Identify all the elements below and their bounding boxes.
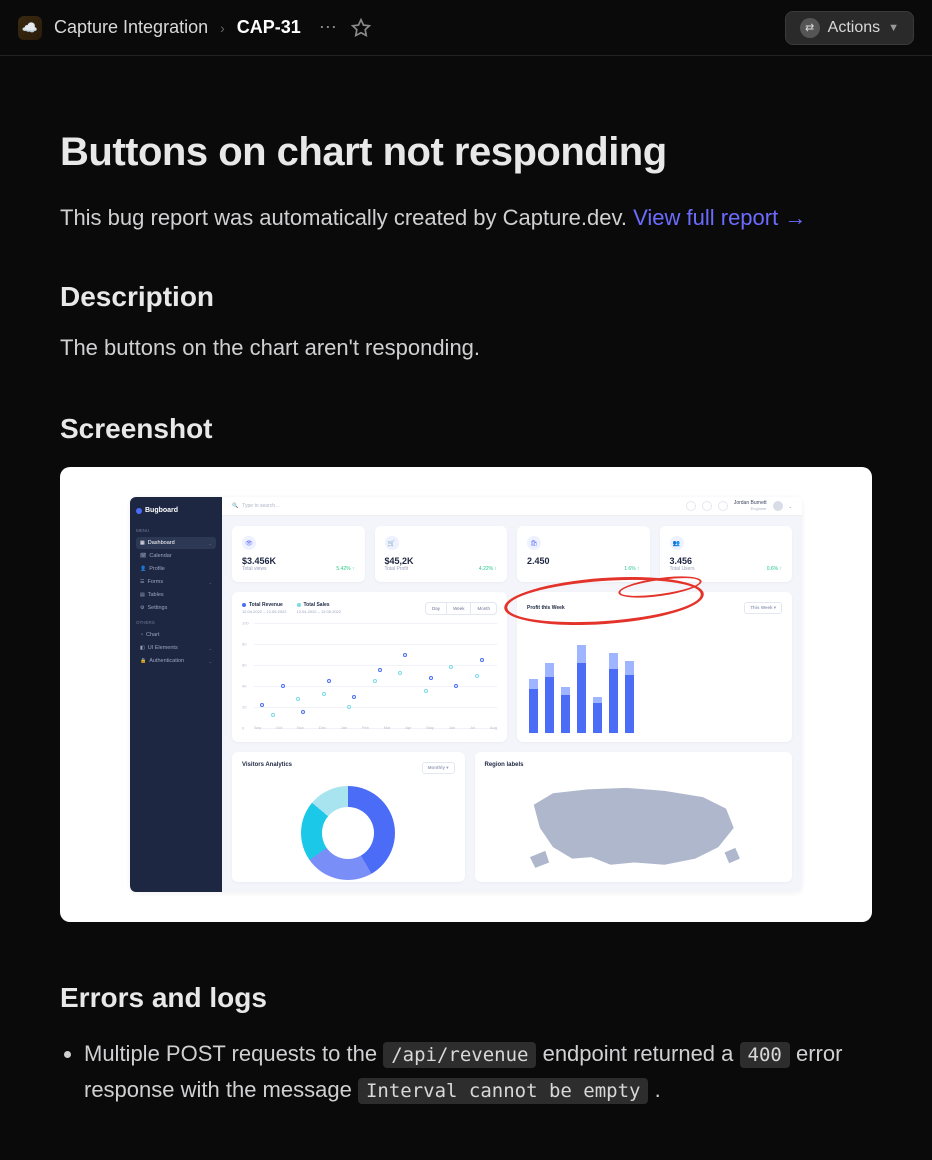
- mock-nav-chart: ◔Chart: [136, 629, 216, 641]
- mock-nav-profile: 👤Profile: [136, 563, 216, 575]
- cart-icon: 🛒: [385, 536, 399, 550]
- actions-icon: ⇄: [800, 18, 820, 38]
- breadcrumb: ☁️ Capture Integration › CAP-31 ⋯: [18, 16, 371, 40]
- map-icon: [485, 774, 783, 874]
- mock-others-heading: OTHERS: [136, 620, 216, 625]
- eye-icon: 👁: [242, 536, 256, 550]
- intro-text: This bug report was automatically create…: [60, 205, 872, 231]
- description-heading: Description: [60, 281, 872, 313]
- top-bar: ☁️ Capture Integration › CAP-31 ⋯ ⇄ Acti…: [0, 0, 932, 56]
- errors-heading: Errors and logs: [60, 982, 872, 1014]
- code-message: Interval cannot be empty: [358, 1078, 649, 1104]
- intro-prefix: This bug report was automatically create…: [60, 205, 633, 230]
- dashboard-mock: Bugboard MENU ▦Dashboard⌄ 🗓Calendar 👤Pro…: [130, 497, 802, 892]
- mock-kpi-views: 👁 $3.456K Total views 5.42% ↑: [232, 526, 365, 582]
- mock-nav-forms: ☰Forms⌄: [136, 576, 216, 588]
- mock-kpi-row: 👁 $3.456K Total views 5.42% ↑ 🛒 $45,2K T…: [232, 526, 792, 582]
- page-title: Buttons on chart not responding: [60, 130, 872, 175]
- error-log-item: Multiple POST requests to the /api/reven…: [84, 1036, 872, 1109]
- mock-kpi-users: 👥 3.456 Total Users 0.6% ↑: [660, 526, 793, 582]
- mock-revenue-chart: Total Revenue 12.04.2022 – 12.05.2022 To…: [232, 592, 507, 742]
- breadcrumb-issue-key[interactable]: CAP-31: [237, 17, 301, 38]
- actions-label: Actions: [828, 19, 880, 37]
- mock-user-cluster: Jordan BurnettEngineer ⌄: [686, 501, 792, 511]
- screenshot-heading: Screenshot: [60, 413, 872, 445]
- mock-region-map: Region labels: [475, 752, 793, 882]
- mock-topbar: 🔍Type to search… Jordan BurnettEngineer …: [222, 497, 802, 516]
- project-icon[interactable]: ☁️: [18, 16, 42, 40]
- bag-icon: 🛍: [527, 536, 541, 550]
- mock-nav-auth: 🔒Authentication⌄: [136, 655, 216, 667]
- mock-kpi-3: 🛍 2.450 1.6% ↑: [517, 526, 650, 582]
- mock-search: 🔍Type to search…: [232, 503, 280, 509]
- mock-visitors-donut: Visitors AnalyticsMonthly ▾: [232, 752, 465, 882]
- star-icon[interactable]: [351, 18, 371, 38]
- mock-main: 🔍Type to search… Jordan BurnettEngineer …: [222, 497, 802, 892]
- breadcrumb-project[interactable]: Capture Integration: [54, 17, 208, 38]
- code-status: 400: [740, 1042, 790, 1068]
- view-full-report-link[interactable]: View full report →: [633, 205, 806, 230]
- users-icon: 👥: [670, 536, 684, 550]
- actions-button[interactable]: ⇄ Actions ▼: [785, 11, 914, 45]
- mock-nav-tables: ▤Tables: [136, 589, 216, 601]
- mock-sidebar: Bugboard MENU ▦Dashboard⌄ 🗓Calendar 👤Pro…: [130, 497, 222, 892]
- mock-kpi-profit: 🛒 $45,2K Total Profit 4.22% ↑: [375, 526, 508, 582]
- mock-interval-segment: Day Week Month: [425, 602, 497, 615]
- chevron-right-icon: ›: [220, 20, 225, 36]
- screenshot-image[interactable]: Bugboard MENU ▦Dashboard⌄ 🗓Calendar 👤Pro…: [60, 467, 872, 922]
- mock-nav-ui: ◧UI Elements⌄: [136, 642, 216, 654]
- mock-nav-settings: ⚙Settings: [136, 602, 216, 614]
- mock-menu-heading: MENU: [136, 528, 216, 533]
- mock-nav-dashboard: ▦Dashboard⌄: [136, 537, 216, 549]
- mock-brand: Bugboard: [136, 507, 216, 514]
- mock-nav-calendar: 🗓Calendar: [136, 550, 216, 562]
- description-body: The buttons on the chart aren't respondi…: [60, 335, 872, 361]
- issue-content: Buttons on chart not responding This bug…: [0, 56, 932, 1149]
- mock-plot: 0 20 40 60 80 100: [242, 623, 497, 728]
- chevron-down-icon: ▼: [888, 22, 899, 34]
- code-endpoint: /api/revenue: [383, 1042, 536, 1068]
- errors-section: Errors and logs Multiple POST requests t…: [60, 982, 872, 1109]
- more-icon[interactable]: ⋯: [319, 17, 337, 38]
